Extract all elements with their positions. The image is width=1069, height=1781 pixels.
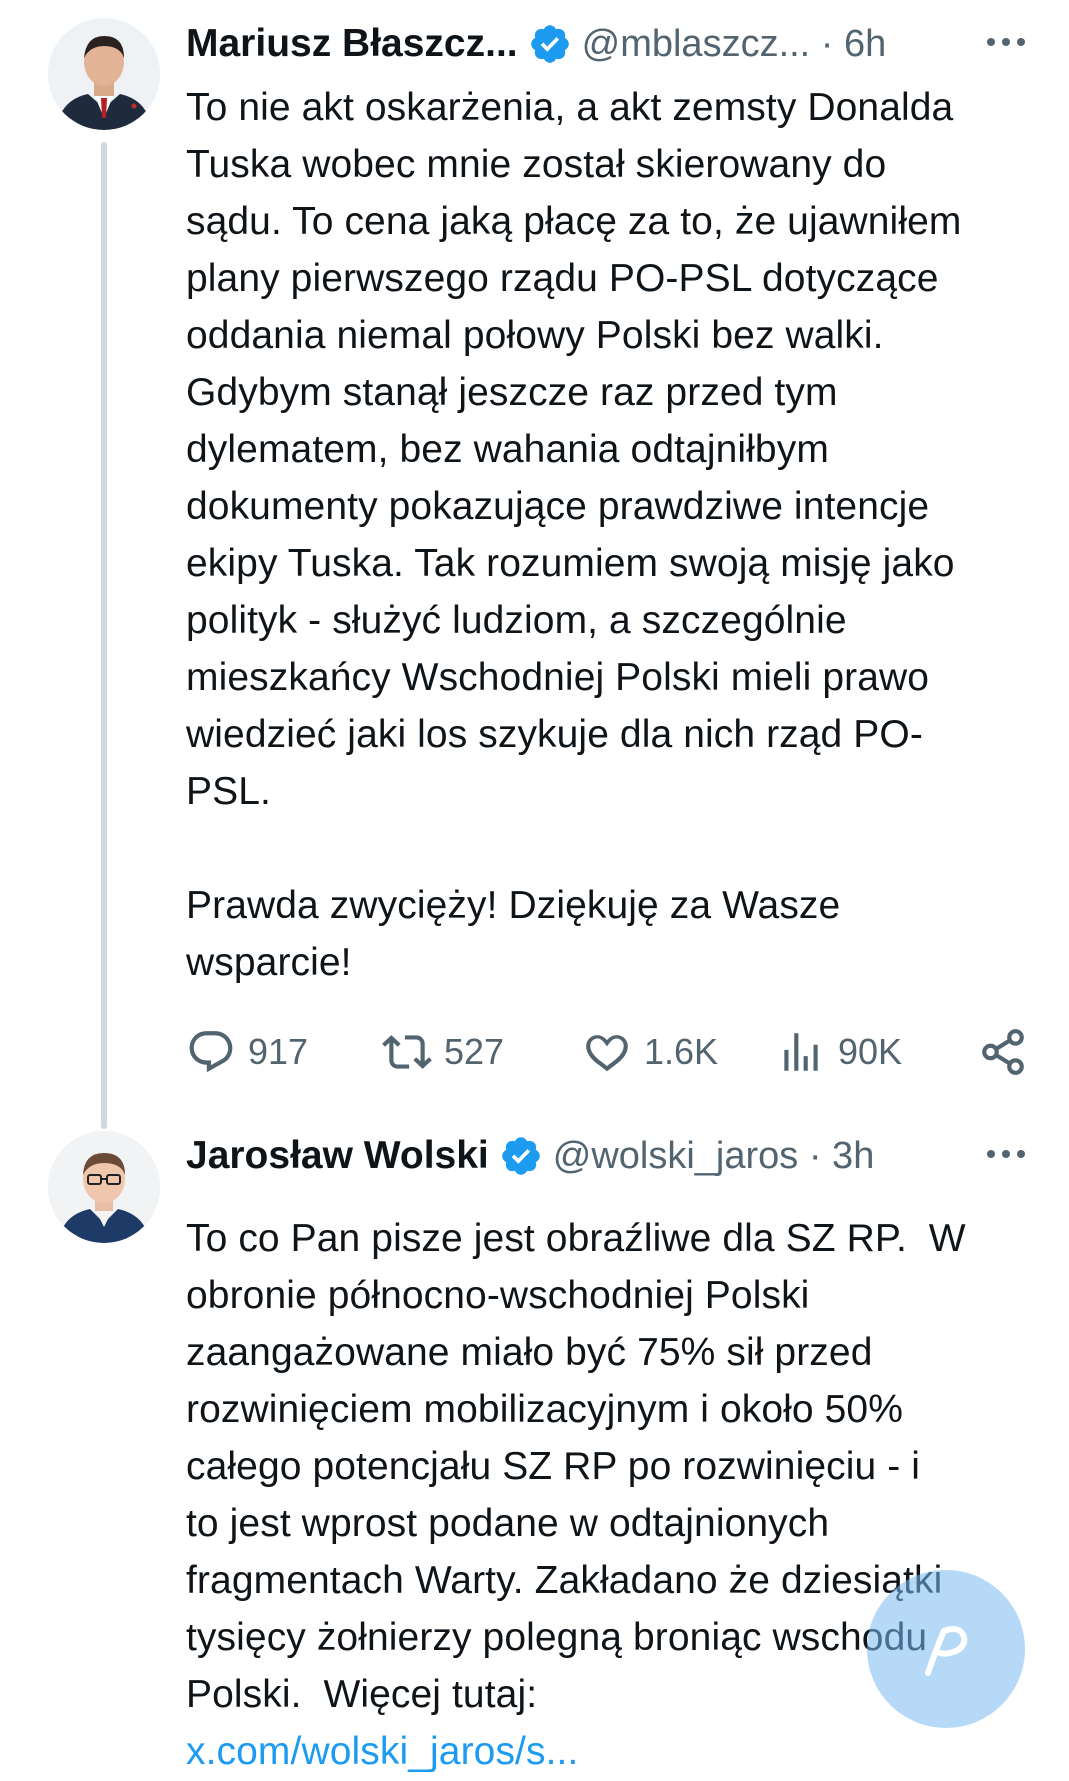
author-name[interactable]: Mariusz Błaszcz... [186, 22, 518, 66]
tweet-mariusz[interactable]: Mariusz Błaszcz... @mblaszcz... · 6h To … [0, 0, 1069, 1130]
views-count: 90K [838, 1031, 903, 1072]
more-options-icon[interactable] [983, 1132, 1029, 1176]
compose-fab-button[interactable] [867, 1570, 1025, 1728]
author-handle-time[interactable]: @wolski_jaros · 3h [553, 1135, 875, 1178]
tweet-header: Mariusz Błaszcz... @mblaszcz... · 6h [186, 18, 1029, 70]
verified-badge-icon [528, 22, 572, 66]
repost-button[interactable]: 527 [382, 1022, 504, 1082]
reply-icon [189, 1031, 233, 1073]
views-icon [784, 1033, 818, 1071]
views-button[interactable]: 90K [776, 1022, 902, 1082]
reply-button[interactable]: 917 [186, 1022, 308, 1082]
share-icon [982, 1029, 1024, 1075]
verified-badge-icon [499, 1134, 543, 1178]
tweet-actions: 917 527 1.6K 90K [186, 1022, 1036, 1082]
thread-connector-line [101, 142, 107, 1129]
tweet-header: Jarosław Wolski @wolski_jaros · 3h [186, 1130, 1029, 1182]
like-count: 1.6K [644, 1031, 719, 1072]
share-button[interactable] [978, 1022, 1028, 1082]
compose-fab-icon [925, 1626, 968, 1676]
heart-icon [586, 1035, 628, 1072]
author-handle-time[interactable]: @mblaszcz... · 6h [582, 23, 887, 66]
repost-icon [382, 1035, 432, 1069]
tweet-text-content: To co Pan pisze jest obraźliwe dla SZ RP… [186, 1217, 966, 1716]
author-name[interactable]: Jarosław Wolski [186, 1134, 489, 1178]
more-options-icon[interactable] [983, 20, 1029, 64]
tweet-text: To nie akt oskarżenia, a akt zemsty Dona… [186, 86, 962, 984]
avatar-jaroslaw[interactable] [48, 1131, 160, 1243]
repost-count: 527 [444, 1031, 505, 1072]
reply-count: 917 [248, 1031, 309, 1072]
like-button[interactable]: 1.6K [582, 1022, 718, 1082]
tweet-link[interactable]: x.com/wolski_jaros/s... [186, 1723, 1036, 1780]
avatar-mariusz[interactable] [48, 18, 160, 130]
